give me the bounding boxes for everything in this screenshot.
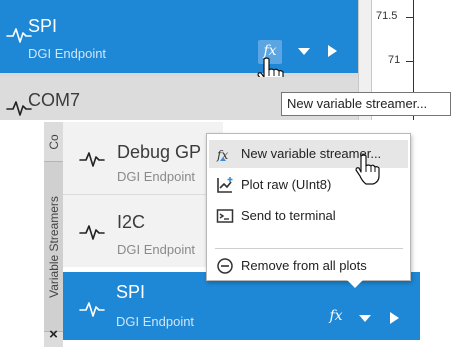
endpoint-row-debug-gpio[interactable]: Debug GP DGI Endpoint <box>63 122 223 194</box>
endpoint-row-spi-top[interactable]: SPI DGI Endpoint <box>0 0 358 73</box>
plot-raw-icon <box>217 177 233 193</box>
y-tick-mark <box>406 17 413 18</box>
y-tick-label: 71 <box>388 54 401 66</box>
play-icon[interactable] <box>388 311 400 325</box>
endpoint-title: SPI <box>28 16 58 36</box>
close-tab-icon[interactable]: × <box>44 322 63 347</box>
new-variable-streamer-button[interactable]: fx <box>326 306 346 326</box>
endpoint-row-spi[interactable]: SPI DGI Endpoint fx <box>63 272 420 340</box>
endpoint-title: Debug GP <box>117 142 202 162</box>
endpoint-subtitle: DGI Endpoint <box>117 242 196 257</box>
endpoint-title: COM7 <box>28 90 81 110</box>
pulse-icon <box>79 302 105 317</box>
tooltip: New variable streamer... <box>281 92 451 116</box>
menu-item-send-to-terminal[interactable]: Send to terminal <box>209 202 408 230</box>
y-tick-mark <box>406 61 413 62</box>
tab-variable-streamers[interactable]: Variable Streamers <box>44 162 63 332</box>
y-tick-label: 71.5 <box>376 10 398 22</box>
new-streamer-icon: fx <box>216 148 228 162</box>
dropdown-arrow-icon[interactable] <box>358 313 372 323</box>
dropdown-arrow-icon[interactable] <box>297 46 311 56</box>
play-icon[interactable] <box>326 44 338 58</box>
context-menu-pointer <box>346 279 364 288</box>
endpoint-title: I2C <box>117 212 146 232</box>
menu-separator <box>215 248 403 249</box>
endpoint-row-i2c[interactable]: I2C DGI Endpoint <box>63 195 223 267</box>
remove-circle-icon <box>217 258 233 274</box>
tab-connections[interactable]: Co <box>44 122 63 162</box>
endpoint-subtitle: DGI Endpoint <box>117 169 196 184</box>
pulse-icon <box>79 152 105 167</box>
vertical-tab-strip: Co Variable Streamers × <box>44 122 63 347</box>
endpoint-subtitle: DGI Endpoint <box>116 314 195 329</box>
menu-item-remove-from-all-plots[interactable]: Remove from all plots <box>209 252 408 280</box>
terminal-icon <box>216 209 234 223</box>
endpoint-title: SPI <box>116 282 146 302</box>
pulse-icon <box>79 225 105 240</box>
panel-gutter <box>420 272 452 340</box>
hand-cursor-icon <box>355 154 380 185</box>
endpoint-subtitle: DGI Endpoint <box>28 46 107 61</box>
